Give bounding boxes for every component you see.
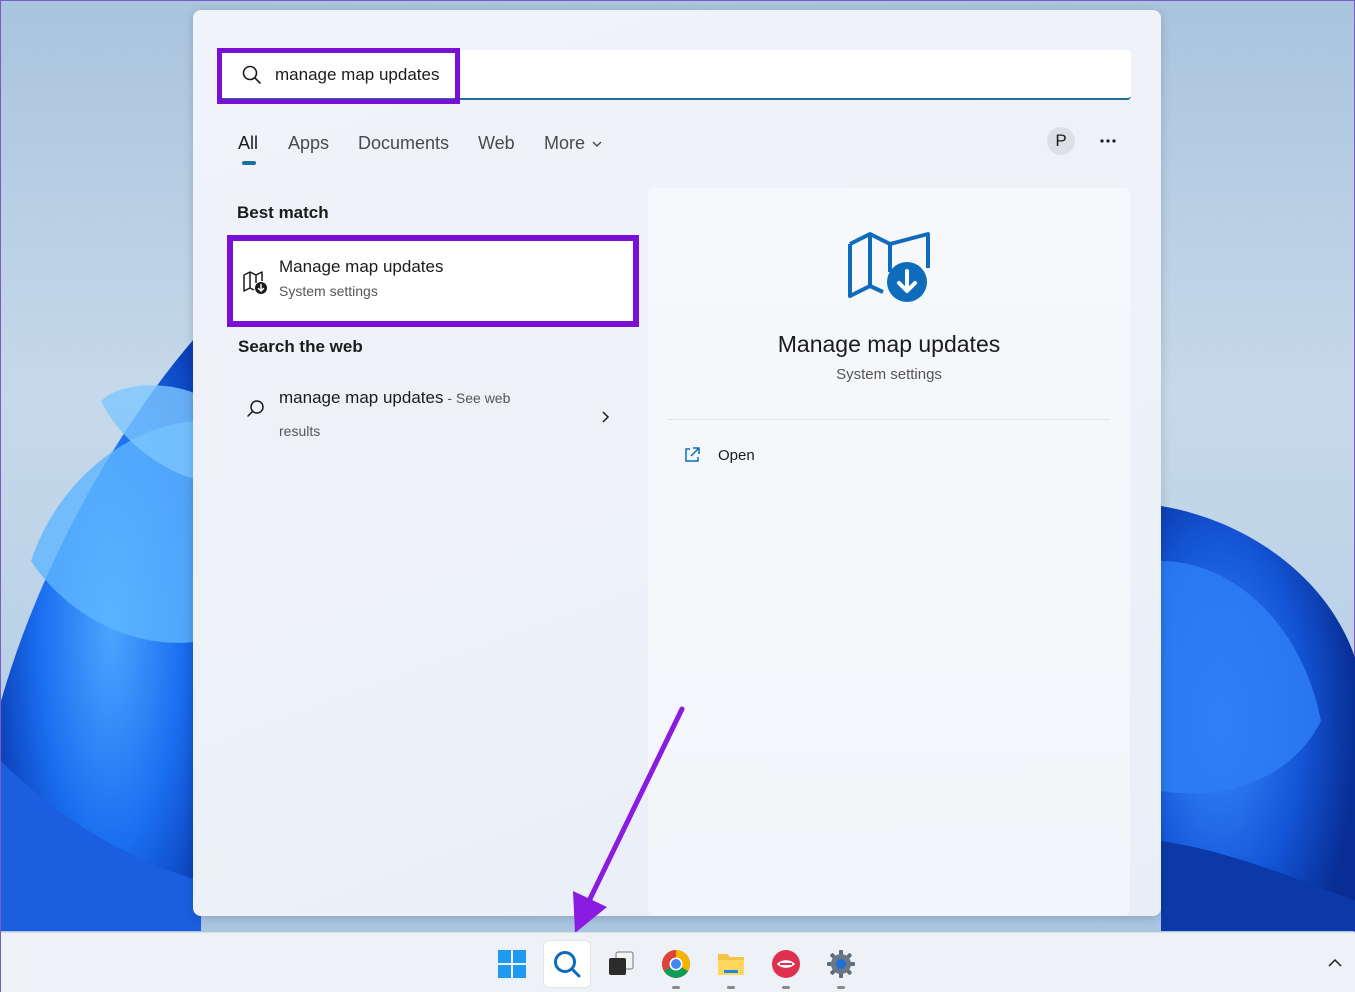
running-indicator [837, 986, 845, 989]
tab-more[interactable]: More [544, 133, 585, 154]
tab-all[interactable]: All [238, 133, 258, 154]
web-result-line2: results [279, 423, 321, 439]
detail-subtitle: System settings [836, 366, 942, 383]
task-view-icon [609, 951, 634, 975]
search-web-heading: Search the web [238, 337, 363, 356]
search-box[interactable] [217, 50, 1131, 100]
start-button[interactable] [489, 941, 535, 987]
open-label: Open [718, 447, 755, 464]
tab-documents[interactable]: Documents [358, 133, 449, 154]
search-icon [247, 400, 264, 417]
web-search-result[interactable]: manage map updates - See web results [227, 380, 625, 448]
search-icon [242, 65, 261, 84]
best-match-heading: Best match [237, 203, 329, 222]
running-indicator [782, 986, 790, 989]
running-indicator [672, 986, 680, 989]
map-update-icon [243, 271, 267, 294]
more-options-icon[interactable] [1098, 131, 1118, 151]
best-match-subtitle: System settings [279, 283, 378, 299]
chevron-up-icon[interactable] [1325, 953, 1345, 973]
start-search-panel: All Apps Documents Web More P Best match… [193, 10, 1161, 916]
web-result-suffix: - See web [443, 390, 511, 406]
settings-taskbar-button[interactable] [818, 941, 864, 989]
tab-web[interactable]: Web [478, 133, 515, 154]
detail-title: Manage map updates [777, 331, 1001, 357]
web-result-query-text: manage map updates [279, 388, 444, 407]
file-explorer-taskbar-button[interactable] [708, 941, 754, 989]
chrome-taskbar-button[interactable] [653, 941, 699, 989]
folder-icon [718, 954, 744, 975]
divider [668, 419, 1110, 420]
app-taskbar-button[interactable] [763, 941, 809, 989]
chevron-right-icon[interactable] [599, 410, 611, 424]
chevron-down-icon[interactable] [591, 139, 603, 149]
chrome-icon [662, 950, 690, 978]
task-view-button[interactable] [598, 941, 644, 987]
profile-avatar[interactable]: P [1047, 127, 1075, 155]
app-icon [772, 950, 800, 978]
taskbar-search-button[interactable] [544, 941, 590, 987]
map-update-icon [848, 232, 930, 302]
search-icon [554, 951, 581, 978]
open-external-icon [685, 447, 700, 462]
gear-icon [827, 950, 855, 978]
windows-logo-icon [498, 950, 526, 978]
best-match-title: Manage map updates [279, 257, 444, 276]
tab-selected-indicator [242, 161, 256, 165]
running-indicator [727, 986, 735, 989]
taskbar [1, 932, 1355, 992]
open-button[interactable]: Open [678, 443, 798, 473]
search-input[interactable] [275, 62, 575, 88]
result-detail-pane: Manage map updates System settings Open [648, 188, 1130, 916]
tab-apps[interactable]: Apps [288, 133, 329, 154]
web-result-query: manage map updates - See web [279, 388, 510, 408]
best-match-result[interactable]: Manage map updates System settings [227, 238, 635, 324]
